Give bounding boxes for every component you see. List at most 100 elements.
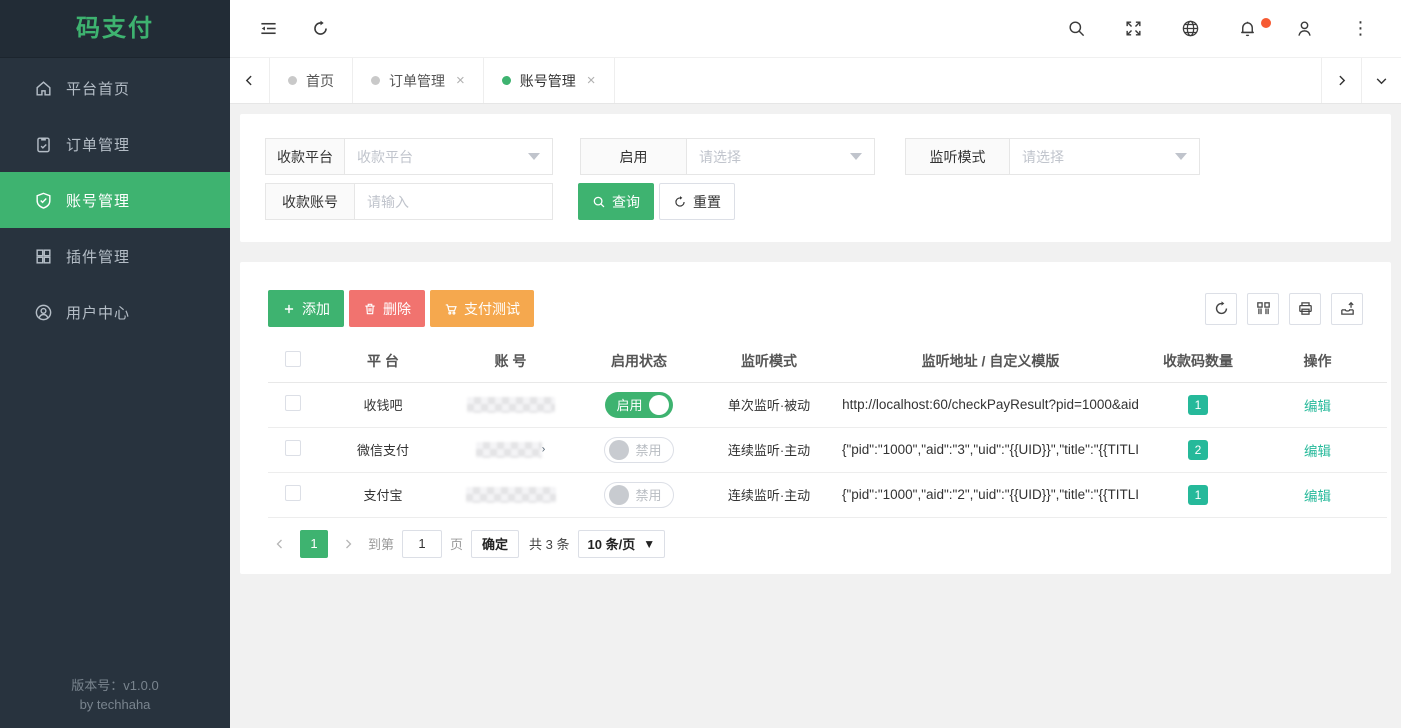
select-placeholder: 收款平台 — [357, 147, 413, 167]
enabled-select[interactable]: 请选择 — [687, 138, 875, 175]
sidebar-item-plugin-management[interactable]: 插件管理 — [0, 228, 230, 284]
version-info: 版本号：v1.0.0 by techhaha — [0, 676, 230, 714]
main-area: ⋮ 首页 订单管理 × 账号管理 × — [230, 0, 1401, 728]
table-refresh-icon[interactable] — [1205, 293, 1237, 325]
sidebar-item-user-center[interactable]: 用户中心 — [0, 284, 230, 340]
goto-suffix: 页 — [450, 534, 463, 553]
tabbar-spacer — [615, 58, 1321, 103]
table-row: 支付宝 禁用 连续监听·主动 {"pid":"1000","aid":"2","… — [268, 472, 1387, 517]
tab-home[interactable]: 首页 — [270, 58, 353, 103]
search-icon[interactable] — [1066, 19, 1086, 39]
cell-listen-address: {"pid":"1000","aid":"3","uid":"{{UID}}",… — [833, 442, 1148, 457]
prev-page-icon[interactable] — [268, 530, 292, 558]
qr-count-badge: 1 — [1188, 485, 1208, 505]
goto-confirm-button[interactable]: 确定 — [471, 530, 519, 558]
table-header-row: 平 台 账 号 启用状态 监听模式 监听地址 / 自定义模版 收款码数量 操作 — [268, 340, 1387, 382]
row-checkbox[interactable] — [285, 440, 301, 456]
col-actions: 操作 — [1248, 340, 1387, 382]
tab-account-management[interactable]: 账号管理 × — [484, 58, 615, 103]
version-number: 版本号：v1.0.0 — [0, 676, 230, 695]
cart-icon — [444, 302, 458, 316]
platform-select[interactable]: 收款平台 — [345, 138, 553, 175]
topbar-left — [230, 19, 330, 39]
goto-page-input[interactable] — [402, 530, 442, 558]
notification-bell-icon[interactable] — [1237, 19, 1257, 39]
fullscreen-icon[interactable] — [1123, 19, 1143, 39]
caret-down-icon — [850, 153, 862, 160]
table-toolbar: 添加 删除 支付测试 — [268, 290, 1363, 327]
tabs-scroll-right-icon[interactable] — [1321, 58, 1361, 103]
caret-down-icon: ▼ — [643, 537, 655, 551]
tab-status-dot — [288, 76, 297, 85]
filter-label: 监听模式 — [905, 138, 1010, 175]
select-all-checkbox[interactable] — [285, 351, 301, 367]
edit-link[interactable]: 编辑 — [1304, 489, 1331, 504]
toggle-knob — [649, 395, 669, 415]
filter-row-1: 收款平台 收款平台 启用 请选择 监听模式 — [265, 138, 1366, 175]
add-button[interactable]: 添加 — [268, 290, 344, 327]
print-icon[interactable] — [1289, 293, 1321, 325]
edit-link[interactable]: 编辑 — [1304, 399, 1331, 414]
collapse-menu-icon[interactable] — [258, 19, 278, 39]
refresh-icon[interactable] — [310, 19, 330, 39]
tab-close-icon[interactable]: × — [456, 72, 465, 89]
filter-panel: 收款平台 收款平台 启用 请选择 监听模式 — [240, 114, 1391, 242]
edit-link[interactable]: 编辑 — [1304, 444, 1331, 459]
pay-test-button[interactable]: 支付测试 — [430, 290, 534, 327]
enable-toggle[interactable]: 启用 — [605, 392, 672, 418]
sidebar-item-account-management[interactable]: 账号管理 — [0, 172, 230, 228]
app-logo: 码支付 — [0, 0, 230, 58]
tab-label: 订单管理 — [389, 71, 445, 91]
next-page-icon[interactable] — [336, 530, 360, 558]
toggle-knob — [609, 440, 629, 460]
select-all-header — [268, 340, 318, 382]
col-qr-count: 收款码数量 — [1148, 340, 1248, 382]
tab-status-dot — [371, 76, 380, 85]
sidebar-item-order-management[interactable]: 订单管理 — [0, 116, 230, 172]
account-input[interactable] — [355, 183, 553, 220]
select-placeholder: 请选择 — [1022, 147, 1064, 167]
tab-close-icon[interactable]: × — [587, 72, 596, 89]
sidebar-item-label: 账号管理 — [66, 190, 130, 211]
tab-label: 首页 — [306, 71, 334, 91]
masked-account — [476, 442, 542, 458]
sidebar-item-label: 插件管理 — [66, 246, 130, 267]
user-circle-icon — [34, 303, 53, 322]
content-area: 收款平台 收款平台 启用 请选择 监听模式 — [230, 104, 1401, 728]
plugin-icon — [34, 247, 53, 266]
language-globe-icon[interactable] — [1180, 19, 1200, 39]
topbar: ⋮ — [230, 0, 1401, 58]
filter-label: 收款账号 — [265, 183, 355, 220]
export-icon[interactable] — [1331, 293, 1363, 325]
table-row: 微信支付 › 禁用 连续监听·主动 {"pid":"1000","aid":"3… — [268, 427, 1387, 472]
col-status: 启用状态 — [573, 340, 705, 382]
tab-label: 账号管理 — [520, 71, 576, 91]
listen-mode-select[interactable]: 请选择 — [1010, 138, 1200, 175]
delete-button[interactable]: 删除 — [349, 290, 425, 327]
caret-down-icon — [528, 153, 540, 160]
row-checkbox[interactable] — [285, 395, 301, 411]
enable-toggle[interactable]: 禁用 — [604, 482, 673, 508]
more-options-icon[interactable]: ⋮ — [1351, 19, 1371, 39]
accounts-table: 平 台 账 号 启用状态 监听模式 监听地址 / 自定义模版 收款码数量 操作 — [268, 340, 1387, 518]
page-number-current[interactable]: 1 — [300, 530, 328, 558]
row-checkbox[interactable] — [285, 485, 301, 501]
search-button[interactable]: 查询 — [578, 183, 654, 220]
filter-group-account: 收款账号 — [265, 183, 553, 220]
table-row: 收钱吧 启用 单次监听·被动 http://localhost:60/check… — [268, 382, 1387, 427]
enable-toggle[interactable]: 禁用 — [604, 437, 673, 463]
column-settings-icon[interactable] — [1247, 293, 1279, 325]
tabbar: 首页 订单管理 × 账号管理 × — [230, 58, 1401, 104]
tab-order-management[interactable]: 订单管理 × — [353, 58, 484, 103]
pagination: 1 到第 页 确定 共 3 条 10 条/页 ▼ — [268, 530, 1363, 558]
page-size-select[interactable]: 10 条/页 ▼ — [578, 530, 666, 558]
plus-icon — [282, 302, 296, 316]
trash-icon — [363, 302, 377, 316]
user-profile-icon[interactable] — [1294, 19, 1314, 39]
reset-button[interactable]: 重置 — [659, 183, 735, 220]
sidebar-item-platform-home[interactable]: 平台首页 — [0, 60, 230, 116]
tabs-menu-chevron-down-icon[interactable] — [1361, 58, 1401, 103]
cell-listen-address: {"pid":"1000","aid":"2","uid":"{{UID}}",… — [833, 487, 1148, 502]
tabs-scroll-left-icon[interactable] — [230, 58, 270, 103]
masked-account — [467, 397, 555, 413]
